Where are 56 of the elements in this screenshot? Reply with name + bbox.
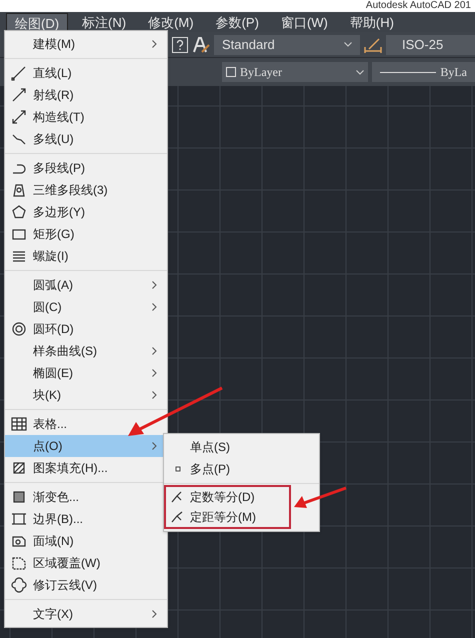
- menu-item[interactable]: 多段线(P): [5, 157, 167, 179]
- menu-item[interactable]: 区域覆盖(W): [5, 552, 167, 574]
- linetype-dropdown[interactable]: ByLa: [372, 62, 475, 82]
- text-style-dropdown[interactable]: Standard: [214, 34, 360, 54]
- menu-item[interactable]: 文字(X): [5, 603, 167, 625]
- menu-item[interactable]: 三维多段线(3): [5, 179, 167, 201]
- table-icon: [11, 416, 27, 432]
- menu-item[interactable]: 块(K): [5, 384, 167, 406]
- submenu-item[interactable]: 定距等分(M): [164, 507, 291, 529]
- submenu-item[interactable]: 多点(P): [164, 458, 291, 480]
- submenu-item[interactable]: 单点(S): [164, 436, 291, 458]
- menu-item[interactable]: 图案填充(H)...: [5, 457, 167, 479]
- dropdown-caret-icon: [344, 42, 352, 47]
- menu-item[interactable]: 直线(L): [5, 62, 167, 84]
- ray-icon: [11, 87, 27, 103]
- menu-item[interactable]: 圆弧(A): [5, 274, 167, 296]
- pentagon-icon: [11, 204, 27, 220]
- dimension-style-dropdown[interactable]: ISO-25: [386, 34, 475, 54]
- submenu-item[interactable]: 定数等分(D): [164, 485, 291, 507]
- line-icon: [11, 65, 27, 81]
- donut-icon: [11, 321, 27, 337]
- help-icon[interactable]: [172, 36, 188, 52]
- gradient-square-icon: [11, 489, 27, 505]
- menu-bar-item[interactable]: 绘图(D): [6, 13, 68, 31]
- text-style-icon[interactable]: [192, 36, 210, 54]
- boundary-icon: [11, 511, 27, 527]
- dimension-style-icon[interactable]: [364, 36, 382, 52]
- menu-item[interactable]: 椭圆(E): [5, 362, 167, 384]
- menu-bar-item[interactable]: 参数(P): [208, 13, 267, 31]
- hatch-icon: [11, 460, 27, 476]
- menu-item[interactable]: 射线(R): [5, 84, 167, 106]
- pointer-arrow: [292, 486, 348, 510]
- menu-bar-item[interactable]: 帮助(H): [342, 13, 402, 31]
- menu-bar-item[interactable]: 窗口(W): [272, 13, 336, 31]
- window-title: Autodesk AutoCAD 201: [366, 0, 472, 12]
- menu-item[interactable]: 构造线(T): [5, 106, 167, 128]
- menu-item[interactable]: 修订云线(V): [5, 574, 167, 596]
- menu-item[interactable]: 圆环(D): [5, 318, 167, 340]
- menu-item[interactable]: 多线(U): [5, 128, 167, 150]
- double-arrow-line-icon: [11, 109, 27, 125]
- menu-item[interactable]: 表格...: [5, 413, 167, 435]
- menu-item[interactable]: 矩形(G): [5, 223, 167, 245]
- menu-item[interactable]: 建模(M): [5, 33, 167, 55]
- wipeout-icon: [11, 555, 27, 571]
- menu-item[interactable]: 多边形(Y): [5, 201, 167, 223]
- menu-item[interactable]: 渐变色...: [5, 486, 167, 508]
- menu-item[interactable]: 螺旋(I): [5, 245, 167, 267]
- menu-item[interactable]: 边界(B)...: [5, 508, 167, 530]
- cloud-icon: [11, 577, 27, 593]
- menu-item[interactable]: 样条曲线(S): [5, 340, 167, 362]
- menu-bar-item[interactable]: 标注(N): [74, 13, 134, 31]
- color-dropdown[interactable]: ByLayer: [222, 62, 368, 82]
- dropdown-caret-icon: [356, 70, 364, 74]
- menu-bar-item[interactable]: 修改(M): [140, 13, 202, 31]
- menu-item[interactable]: 面域(N): [5, 530, 167, 552]
- menu-item[interactable]: 圆(C): [5, 296, 167, 318]
